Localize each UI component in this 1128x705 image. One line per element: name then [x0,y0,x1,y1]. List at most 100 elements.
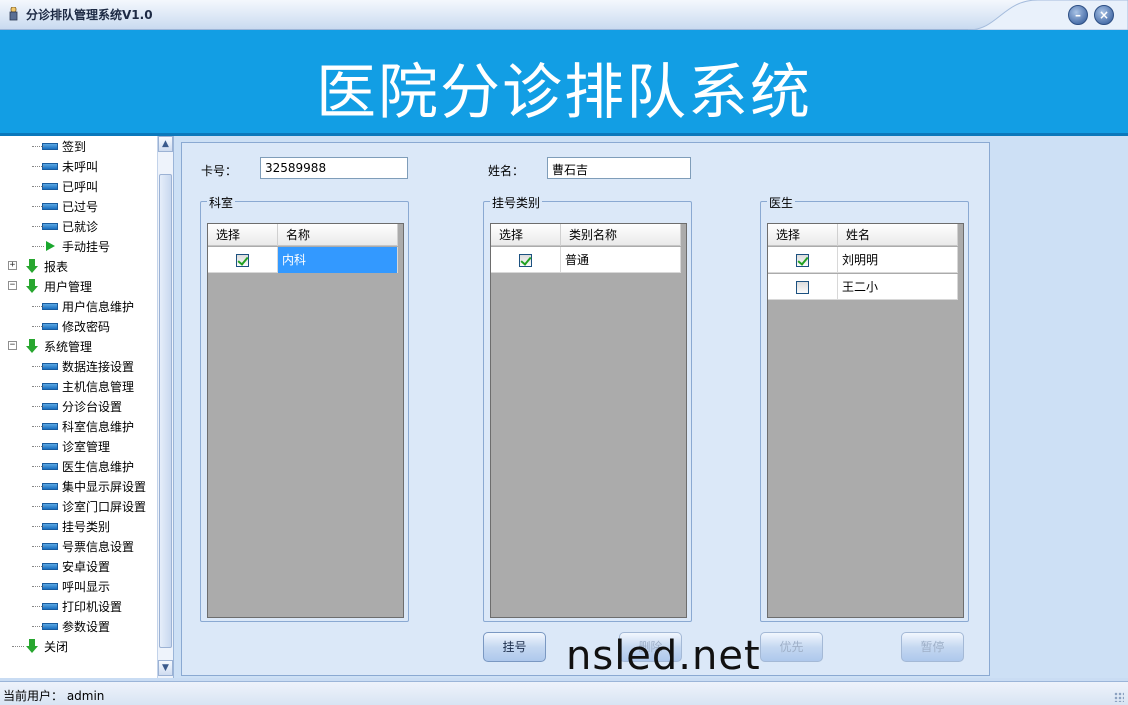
tree-item-label: 挂号类别 [62,519,111,534]
tree-item[interactable]: 未呼叫 [32,156,99,176]
row-checkbox[interactable] [519,253,532,267]
tree-connector [32,206,44,207]
tree-item[interactable]: 诊室管理 [32,436,110,456]
status-bar: 当前用户： admin [0,681,1128,705]
tree-connector [32,446,44,447]
table-row[interactable]: 普通 [491,247,681,273]
tree-item[interactable]: 手动挂号 [32,236,111,256]
tree-item-label: 打印机设置 [62,599,123,614]
tree-item[interactable]: 主机信息管理 [32,376,134,396]
table-row[interactable]: 刘明明 [768,247,958,273]
tree-leaf-icon [42,482,58,490]
scroll-down-button[interactable]: ▼ [158,660,173,676]
scroll-thumb[interactable] [159,174,172,648]
table-row[interactable]: 王二小 [768,274,958,300]
current-user-status: 当前用户： admin [3,689,105,703]
resize-grip-icon[interactable] [1114,692,1124,702]
tree-item-label: 集中显示屏设置 [62,479,147,494]
tree-leaf-icon [42,402,58,410]
tree-item[interactable]: 签到 [32,136,86,156]
department-grid: 选择 名称 内科 [207,223,404,618]
title-bar: 分诊排队管理系统V1.0 – × [0,0,1128,30]
chevron-down-icon: ▼ [162,663,169,673]
tree-item-label: 手动挂号 [62,239,111,254]
name-cell[interactable]: 刘明明 [838,247,958,273]
row-checkbox[interactable] [236,253,249,267]
collapse-icon[interactable]: − [8,341,17,350]
tree-item[interactable]: 号票信息设置 [32,536,134,556]
card-number-input[interactable]: 32589988 [260,157,408,179]
tree-item[interactable]: 集中显示屏设置 [32,476,147,496]
tree-leaf-icon [42,162,58,170]
tree-item[interactable]: 已过号 [32,196,98,216]
tree-item[interactable]: 分诊台设置 [32,396,122,416]
tree-item[interactable]: 关闭 [12,636,69,656]
tree-connector [32,186,44,187]
tree-leaf-icon [42,362,58,370]
tree-item[interactable]: 安卓设置 [32,556,110,576]
select-cell[interactable] [491,247,561,273]
tree-connector [32,426,44,427]
tree-scrollbar[interactable]: ▲ ▼ [157,136,173,678]
register-button[interactable]: 挂号 [483,632,546,662]
name-cell[interactable]: 王二小 [838,274,958,300]
minimize-button[interactable]: – [1068,5,1088,25]
select-column-header[interactable]: 选择 [208,224,278,246]
tree-item[interactable]: 医生信息维护 [32,456,134,476]
category-grid: 选择 类别名称 普通 [490,223,687,618]
tree-item[interactable]: 诊室门口屏设置 [32,496,146,516]
scroll-up-button[interactable]: ▲ [158,136,173,152]
name-column-header[interactable]: 名称 [278,224,398,246]
grid-header: 选择 类别名称 [491,224,681,246]
tree-leaf-icon [42,142,58,150]
tree-item[interactable]: 已就诊 [32,216,98,236]
grid-header: 选择 姓名 [768,224,958,246]
select-cell[interactable] [768,247,838,273]
tree-connector [32,226,44,227]
tree-item[interactable]: 用户信息维护 [32,296,134,316]
collapse-icon[interactable]: − [8,281,17,290]
expand-icon[interactable]: + [8,261,17,270]
tree-item[interactable]: 打印机设置 [32,596,123,616]
row-checkbox[interactable] [796,280,809,294]
tree-connector [32,526,44,527]
app-icon [9,7,18,21]
pause-button[interactable]: 暂停 [901,632,964,662]
tree-item-label: 未呼叫 [62,159,99,174]
priority-button[interactable]: 优先 [760,632,823,662]
select-cell[interactable] [208,247,278,273]
patient-name-input[interactable]: 曹石吉 [547,157,691,179]
name-column-header[interactable]: 类别名称 [561,224,681,246]
tree-connector [32,246,44,247]
watermark-text: nsled.net [566,633,761,679]
tree-connector [32,566,44,567]
tree-connector [32,306,44,307]
select-column-header[interactable]: 选择 [491,224,561,246]
header-banner: 医院分诊排队系统 [0,30,1128,136]
tree-item[interactable]: 数据连接设置 [32,356,134,376]
card-number-label: 卡号： [201,164,238,178]
tree-item[interactable]: − 用户管理 [8,276,92,296]
name-cell[interactable]: 内科 [278,247,398,273]
tree-item[interactable]: 已呼叫 [32,176,99,196]
tree-item[interactable]: 科室信息维护 [32,416,134,436]
tree-item[interactable]: 参数设置 [32,616,110,636]
doctor-group: 医生 选择 姓名 刘明明 王二小 [760,194,969,622]
name-cell[interactable]: 普通 [561,247,681,273]
name-column-header[interactable]: 姓名 [838,224,958,246]
select-cell[interactable] [768,274,838,300]
tree-item[interactable]: − 系统管理 [8,336,92,356]
tree-item[interactable]: 挂号类别 [32,516,111,536]
select-column-header[interactable]: 选择 [768,224,838,246]
table-row[interactable]: 内科 [208,247,398,273]
row-checkbox[interactable] [796,253,809,267]
tree-item-label: 已呼叫 [62,179,99,194]
tree-item[interactable]: + 报表 [8,256,68,276]
close-button[interactable]: × [1094,5,1114,25]
tree-leaf-icon [42,442,58,450]
tree-item[interactable]: 呼叫显示 [32,576,110,596]
tree-leaf-icon [42,202,58,210]
tree-item[interactable]: 修改密码 [32,316,110,336]
patient-name-label: 姓名： [488,164,525,178]
tree-item-label: 关闭 [44,639,69,654]
